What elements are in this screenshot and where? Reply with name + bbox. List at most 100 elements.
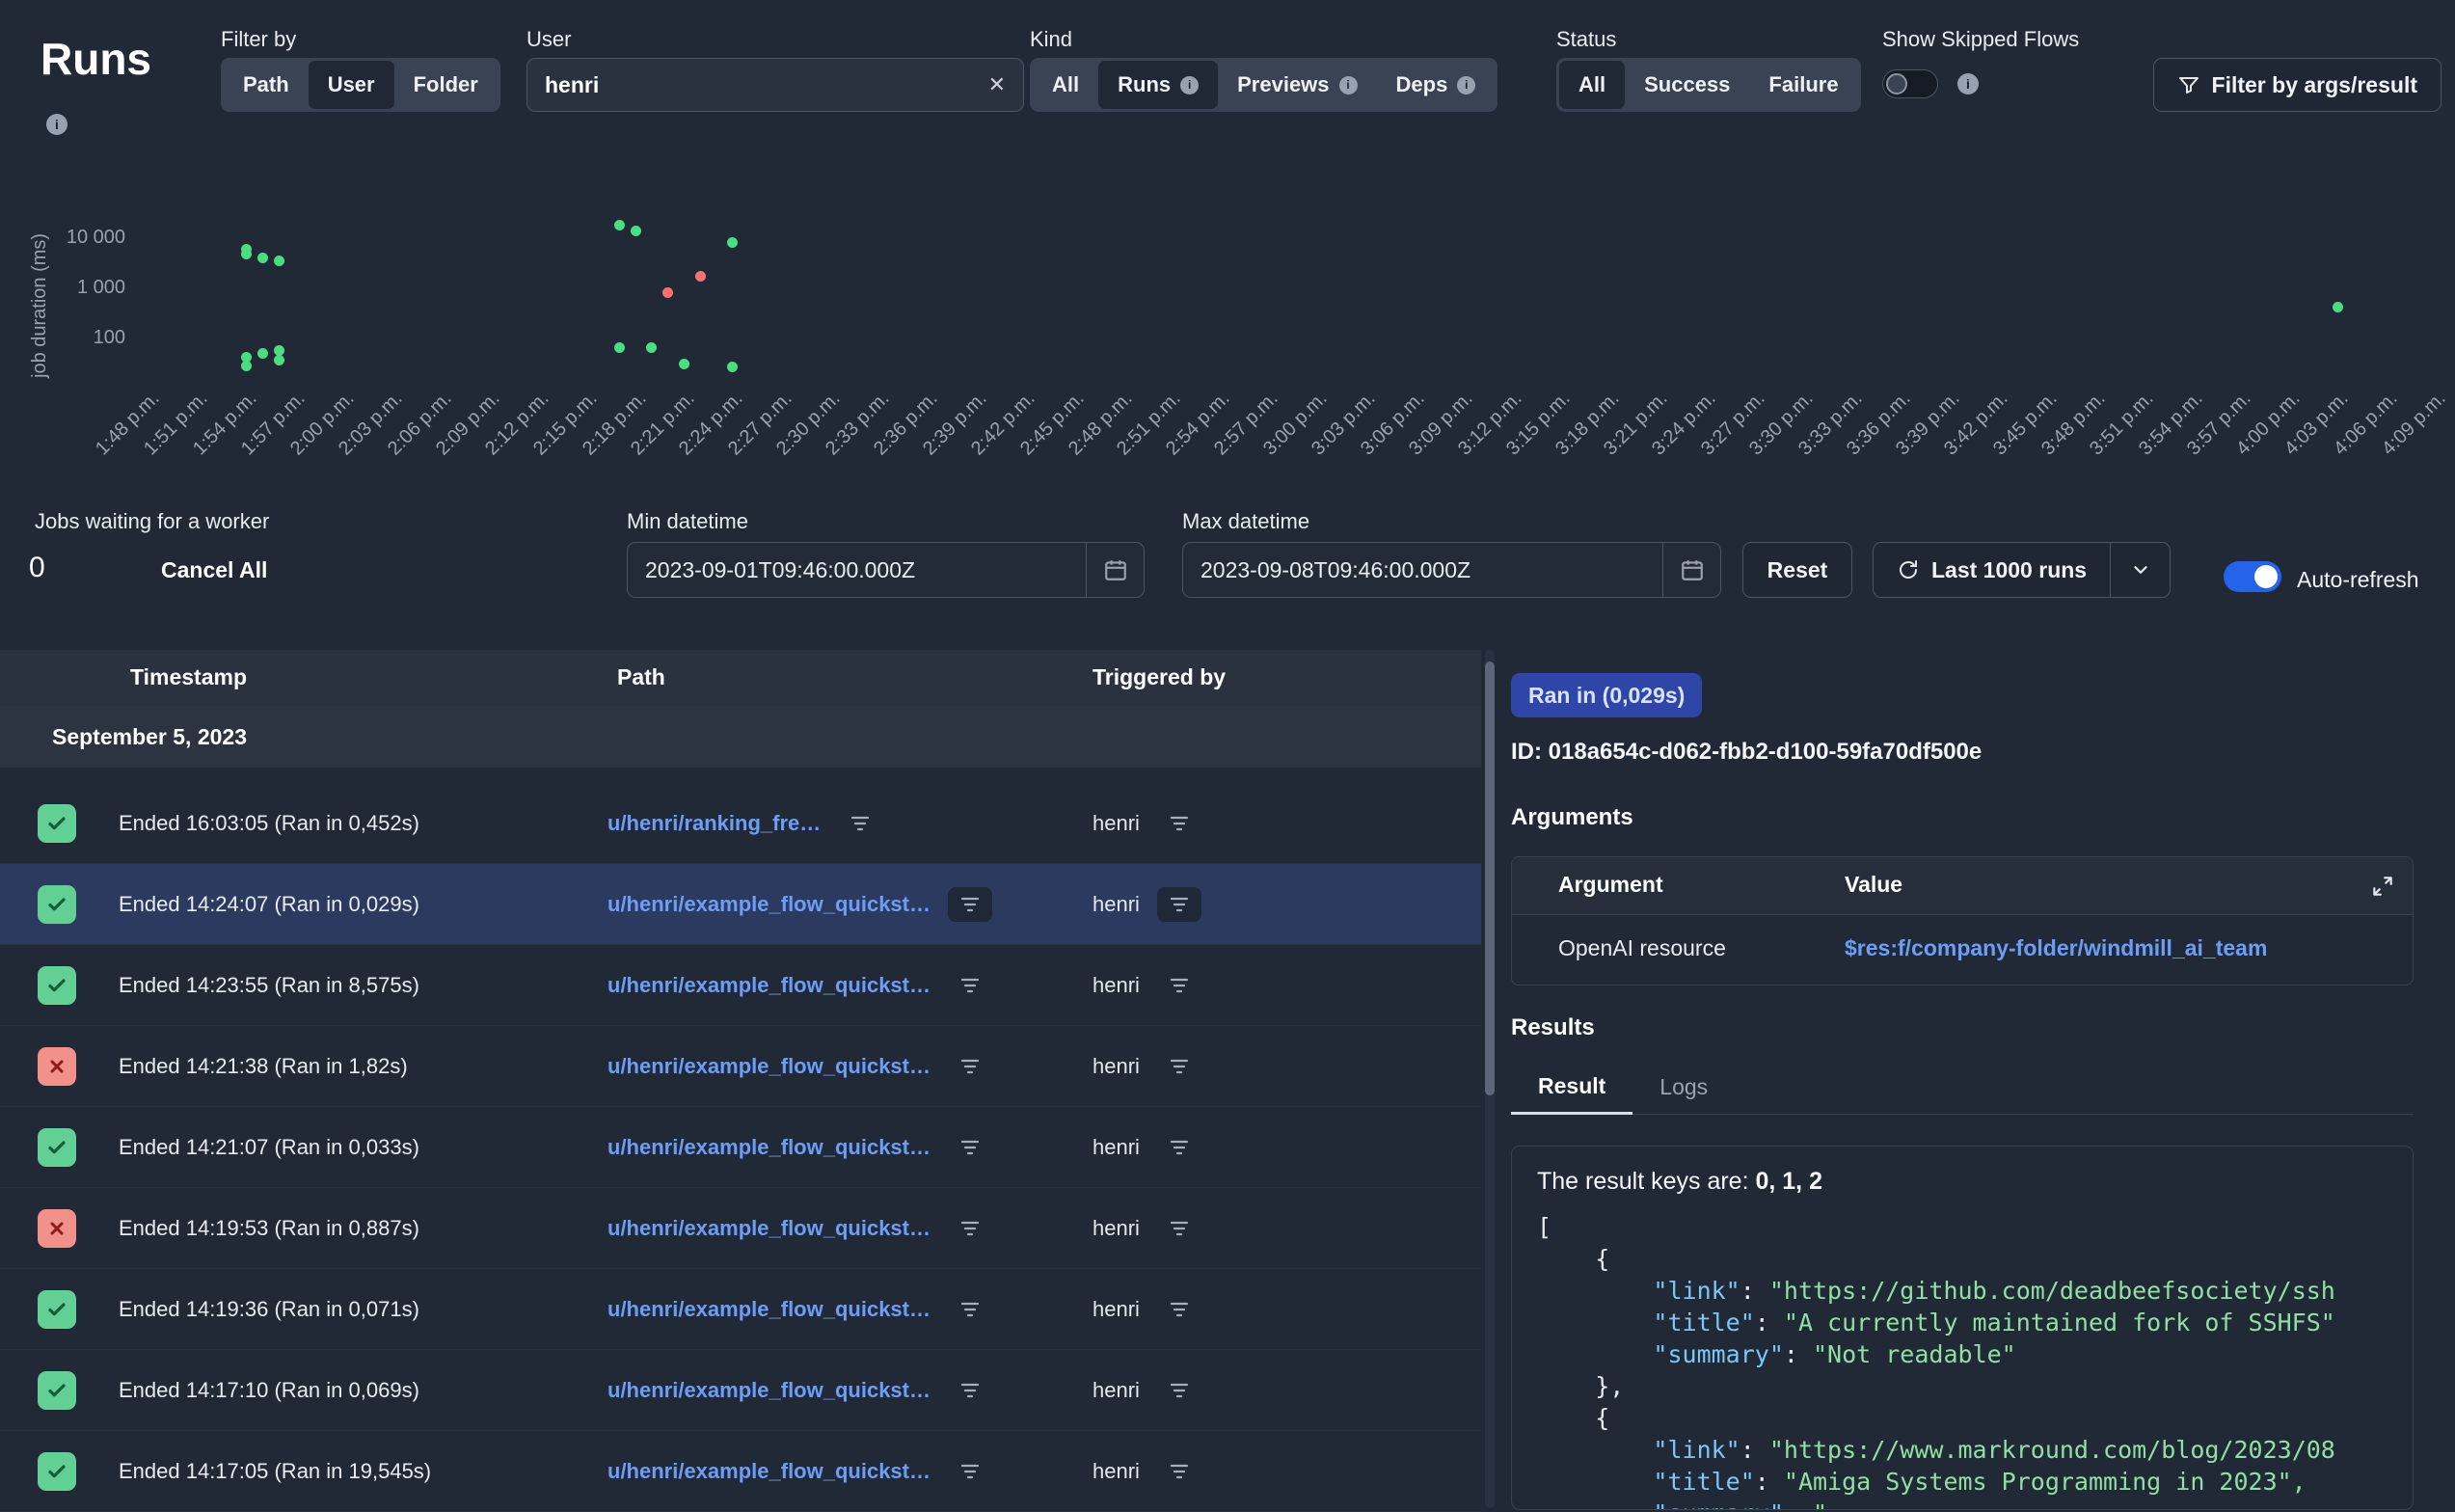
min-datetime-label: Min datetime — [627, 509, 748, 534]
expand-icon[interactable] — [2370, 874, 2395, 904]
info-icon[interactable]: i — [1457, 76, 1475, 94]
chart-point-success[interactable] — [274, 256, 284, 266]
y-axis-tick: 1 000 — [37, 277, 125, 299]
table-row[interactable]: Ended 14:23:55 (Ran in 8,575s)u/henri/ex… — [0, 945, 1481, 1026]
auto-refresh-toggle[interactable] — [2224, 561, 2281, 592]
filter-by-user-icon[interactable] — [1157, 1292, 1201, 1327]
option-all[interactable]: All — [1033, 61, 1098, 109]
chart-point-success[interactable] — [679, 359, 689, 369]
option-previews[interactable]: Previewsi — [1218, 61, 1376, 109]
filter-by-path-icon[interactable] — [948, 1049, 992, 1084]
chart-point-failure[interactable] — [695, 271, 706, 282]
option-runs[interactable]: Runsi — [1098, 61, 1218, 109]
table-row[interactable]: Ended 14:17:10 (Ran in 0,069s)u/henri/ex… — [0, 1350, 1481, 1431]
table-row[interactable]: Ended 14:17:05 (Ran in 19,545s)u/henri/e… — [0, 1431, 1481, 1512]
filter-by-user-icon[interactable] — [1157, 887, 1201, 922]
code-line: "summary": "Not readable" — [1537, 1338, 2388, 1370]
option-path[interactable]: Path — [224, 61, 309, 109]
run-timestamp: Ended 14:24:07 (Ran in 0,029s) — [119, 864, 419, 945]
filter-by-user-icon[interactable] — [1157, 1373, 1201, 1408]
runs-info-icon[interactable]: i — [46, 114, 67, 135]
cancel-all-button[interactable]: Cancel All — [161, 557, 267, 583]
triggered-by-user: henri — [1093, 1135, 1140, 1160]
filter-by-path-icon[interactable] — [948, 1130, 992, 1165]
clear-user-icon[interactable]: ✕ — [971, 72, 1023, 97]
option-all[interactable]: All — [1559, 61, 1625, 109]
tab-result[interactable]: Result — [1511, 1061, 1632, 1115]
filter-by-path-icon[interactable] — [948, 1373, 992, 1408]
option-label: Folder — [414, 72, 478, 97]
table-scrollbar-thumb[interactable] — [1485, 662, 1495, 1095]
chart-point-success[interactable] — [274, 355, 284, 365]
run-path-link[interactable]: u/henri/example_flow_quickst… — [607, 892, 931, 917]
option-label: Path — [243, 72, 289, 97]
run-path-cell: u/henri/example_flow_quickst… — [607, 1188, 992, 1269]
success-check-icon — [38, 1371, 76, 1410]
chart-point-success[interactable] — [614, 220, 625, 230]
run-path-link[interactable]: u/henri/example_flow_quickst… — [607, 1297, 931, 1322]
run-path-link[interactable]: u/henri/example_flow_quickst… — [607, 973, 931, 998]
last-runs-button[interactable]: Last 1000 runs — [1873, 542, 2111, 598]
chart-point-success[interactable] — [614, 342, 625, 353]
run-path-cell: u/henri/example_flow_quickst… — [607, 1431, 992, 1512]
chart-point-success[interactable] — [727, 362, 738, 372]
show-skipped-toggle[interactable] — [1882, 69, 1938, 98]
calendar-icon[interactable] — [1086, 543, 1144, 597]
code-line: "title": "A currently maintained fork of… — [1537, 1307, 2388, 1338]
run-path-link[interactable]: u/henri/example_flow_quickst… — [607, 1135, 931, 1160]
run-id: ID: 018a654c-d062-fbb2-d100-59fa70df500e — [1511, 739, 1982, 766]
table-row[interactable]: Ended 14:24:07 (Ran in 0,029s) u/henri/ex… — [0, 864, 1481, 945]
filter-by-user-icon[interactable] — [1157, 1454, 1201, 1489]
table-row[interactable]: Ended 16:03:05 (Ran in 0,452s)u/henri/ra… — [0, 783, 1481, 864]
filter-args-button[interactable]: Filter by args/result — [2153, 58, 2442, 112]
info-icon[interactable]: i — [1180, 76, 1199, 94]
table-row[interactable]: Ended 14:21:38 (Ran in 1,82s)u/henri/exa… — [0, 1026, 1481, 1107]
filter-by-path-icon[interactable] — [948, 1292, 992, 1327]
max-datetime-input[interactable] — [1183, 557, 1662, 583]
calendar-icon[interactable] — [1662, 543, 1720, 597]
triggered-by-user: henri — [1093, 811, 1140, 836]
chart-point-success[interactable] — [2333, 302, 2343, 312]
option-success[interactable]: Success — [1625, 61, 1749, 109]
reset-button[interactable]: Reset — [1742, 542, 1852, 598]
run-path-link[interactable]: u/henri/example_flow_quickst… — [607, 1378, 931, 1403]
chart-point-success[interactable] — [631, 226, 641, 236]
run-path-link[interactable]: u/henri/ranking_fre… — [607, 811, 821, 836]
last-runs-dropdown[interactable] — [2111, 542, 2171, 598]
chart-point-success[interactable] — [257, 348, 268, 359]
run-path-link[interactable]: u/henri/example_flow_quickst… — [607, 1216, 931, 1241]
run-path-link[interactable]: u/henri/example_flow_quickst… — [607, 1054, 931, 1079]
chart-point-failure[interactable] — [662, 287, 673, 298]
option-user[interactable]: User — [309, 61, 394, 109]
chart-point-success[interactable] — [257, 253, 268, 263]
option-folder[interactable]: Folder — [394, 61, 498, 109]
option-failure[interactable]: Failure — [1749, 61, 1857, 109]
option-deps[interactable]: Depsi — [1377, 61, 1496, 109]
tab-logs[interactable]: Logs — [1632, 1061, 1735, 1114]
table-row[interactable]: Ended 14:21:07 (Ran in 0,033s)u/henri/ex… — [0, 1107, 1481, 1188]
filter-by-user-icon[interactable] — [1157, 806, 1201, 841]
info-icon[interactable]: i — [1339, 76, 1358, 94]
argument-value-link[interactable]: $res:f/company-folder/windmill_ai_team — [1845, 935, 2267, 961]
filter-by-user-icon[interactable] — [1157, 968, 1201, 1003]
filter-by-user-icon[interactable] — [1157, 1211, 1201, 1246]
chart-point-success[interactable] — [727, 237, 738, 248]
user-filter-input[interactable] — [527, 72, 971, 98]
min-datetime-input[interactable] — [628, 557, 1086, 583]
filter-by-path-icon[interactable] — [948, 1211, 992, 1246]
filter-by-path-icon[interactable] — [948, 968, 992, 1003]
result-viewer[interactable]: The result keys are: 0, 1, 2 [ { "link":… — [1511, 1146, 2414, 1510]
code-line: "link": "https://github.com/deadbeefsoci… — [1537, 1275, 2388, 1307]
chart-point-success[interactable] — [646, 342, 657, 353]
filter-by-path-icon[interactable] — [948, 1454, 992, 1489]
filter-by-path-icon[interactable] — [948, 887, 992, 922]
run-path-link[interactable]: u/henri/example_flow_quickst… — [607, 1459, 931, 1484]
chart-point-success[interactable] — [241, 361, 252, 371]
triggered-by-user: henri — [1093, 1216, 1140, 1241]
filter-by-user-icon[interactable] — [1157, 1049, 1201, 1084]
table-row[interactable]: Ended 14:19:36 (Ran in 0,071s)u/henri/ex… — [0, 1269, 1481, 1350]
filter-by-user-icon[interactable] — [1157, 1130, 1201, 1165]
filter-by-path-icon[interactable] — [838, 806, 882, 841]
skipped-info-icon[interactable]: i — [1957, 73, 1979, 94]
table-row[interactable]: Ended 14:19:53 (Ran in 0,887s)u/henri/ex… — [0, 1188, 1481, 1269]
